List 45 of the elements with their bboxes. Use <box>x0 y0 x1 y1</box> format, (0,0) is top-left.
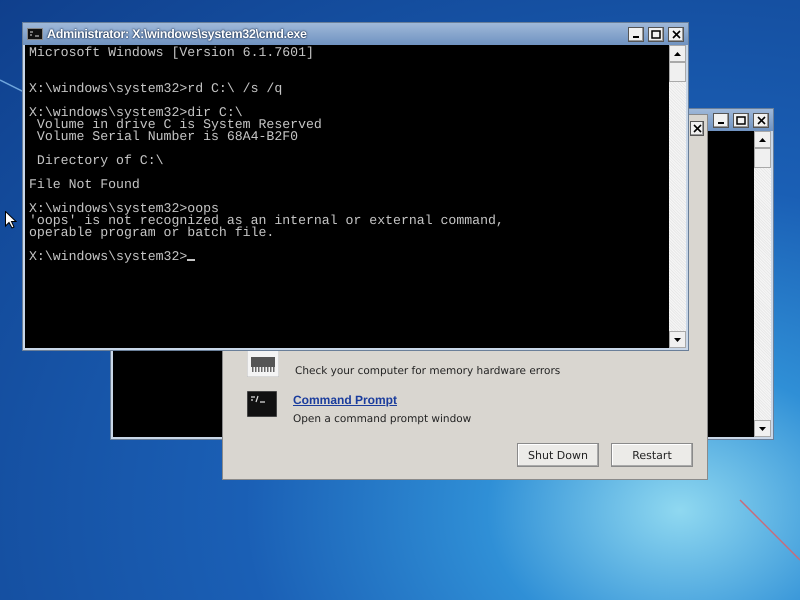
restart-button[interactable]: Restart <box>611 443 693 467</box>
console-line: Volume in drive C is System Reserved <box>36 119 323 131</box>
down-arrow-icon <box>674 338 681 342</box>
tool-description: Check your computer for memory hardware errors <box>295 365 560 377</box>
scroll-bar[interactable] <box>754 131 771 437</box>
console-line: operable program or batch file. <box>29 227 276 239</box>
console-line: X:\windows\system32>rd C:\ /s /q <box>29 83 284 95</box>
close-button[interactable] <box>668 26 684 42</box>
console-icon <box>247 391 277 417</box>
close-icon <box>692 124 702 133</box>
tool-description: Open a command prompt window <box>293 413 472 425</box>
tool-link[interactable]: Command Prompt <box>293 393 472 407</box>
console-line: Microsoft Windows [Version 6.1.7601] <box>29 47 315 59</box>
console-line: X:\windows\system32>dir C:\ <box>29 107 243 119</box>
scroll-bar[interactable] <box>669 45 686 348</box>
console-line: File Not Found <box>29 179 141 191</box>
maximize-button[interactable] <box>733 112 749 128</box>
console-icon <box>27 28 43 40</box>
down-arrow-icon <box>759 426 766 430</box>
scroll-up-button[interactable] <box>754 131 771 148</box>
scroll-down-button[interactable] <box>754 420 771 437</box>
memory-chip-icon <box>247 349 279 377</box>
mouse-pointer-icon <box>5 211 17 229</box>
scroll-down-button[interactable] <box>669 331 686 348</box>
close-button[interactable] <box>690 121 704 136</box>
close-icon <box>672 30 680 38</box>
maximize-icon <box>736 116 746 124</box>
scroll-up-button[interactable] <box>669 45 686 62</box>
window-title: Administrator: X:\windows\system32\cmd.exe <box>47 27 308 41</box>
close-button[interactable] <box>753 112 769 128</box>
maximize-button[interactable] <box>648 26 664 42</box>
minimize-button[interactable] <box>628 26 644 42</box>
close-icon <box>756 116 766 124</box>
minimize-button[interactable] <box>713 112 729 128</box>
console-line: X:\windows\system32>oops <box>29 203 220 215</box>
up-arrow-icon <box>674 52 681 56</box>
up-arrow-icon <box>759 138 766 142</box>
scroll-thumb[interactable] <box>754 148 771 168</box>
console-line: Directory of C:\ <box>36 155 165 167</box>
scroll-thumb[interactable] <box>669 62 686 82</box>
console-line: 'oops' is not recognized as an internal or external command, <box>29 215 505 227</box>
maximize-icon <box>651 30 661 38</box>
console-line: Volume Serial Number is 68A4-B2F0 <box>36 131 300 143</box>
console-line: X:\windows\system32> <box>29 251 665 263</box>
shut-down-button[interactable]: Shut Down <box>517 443 599 467</box>
